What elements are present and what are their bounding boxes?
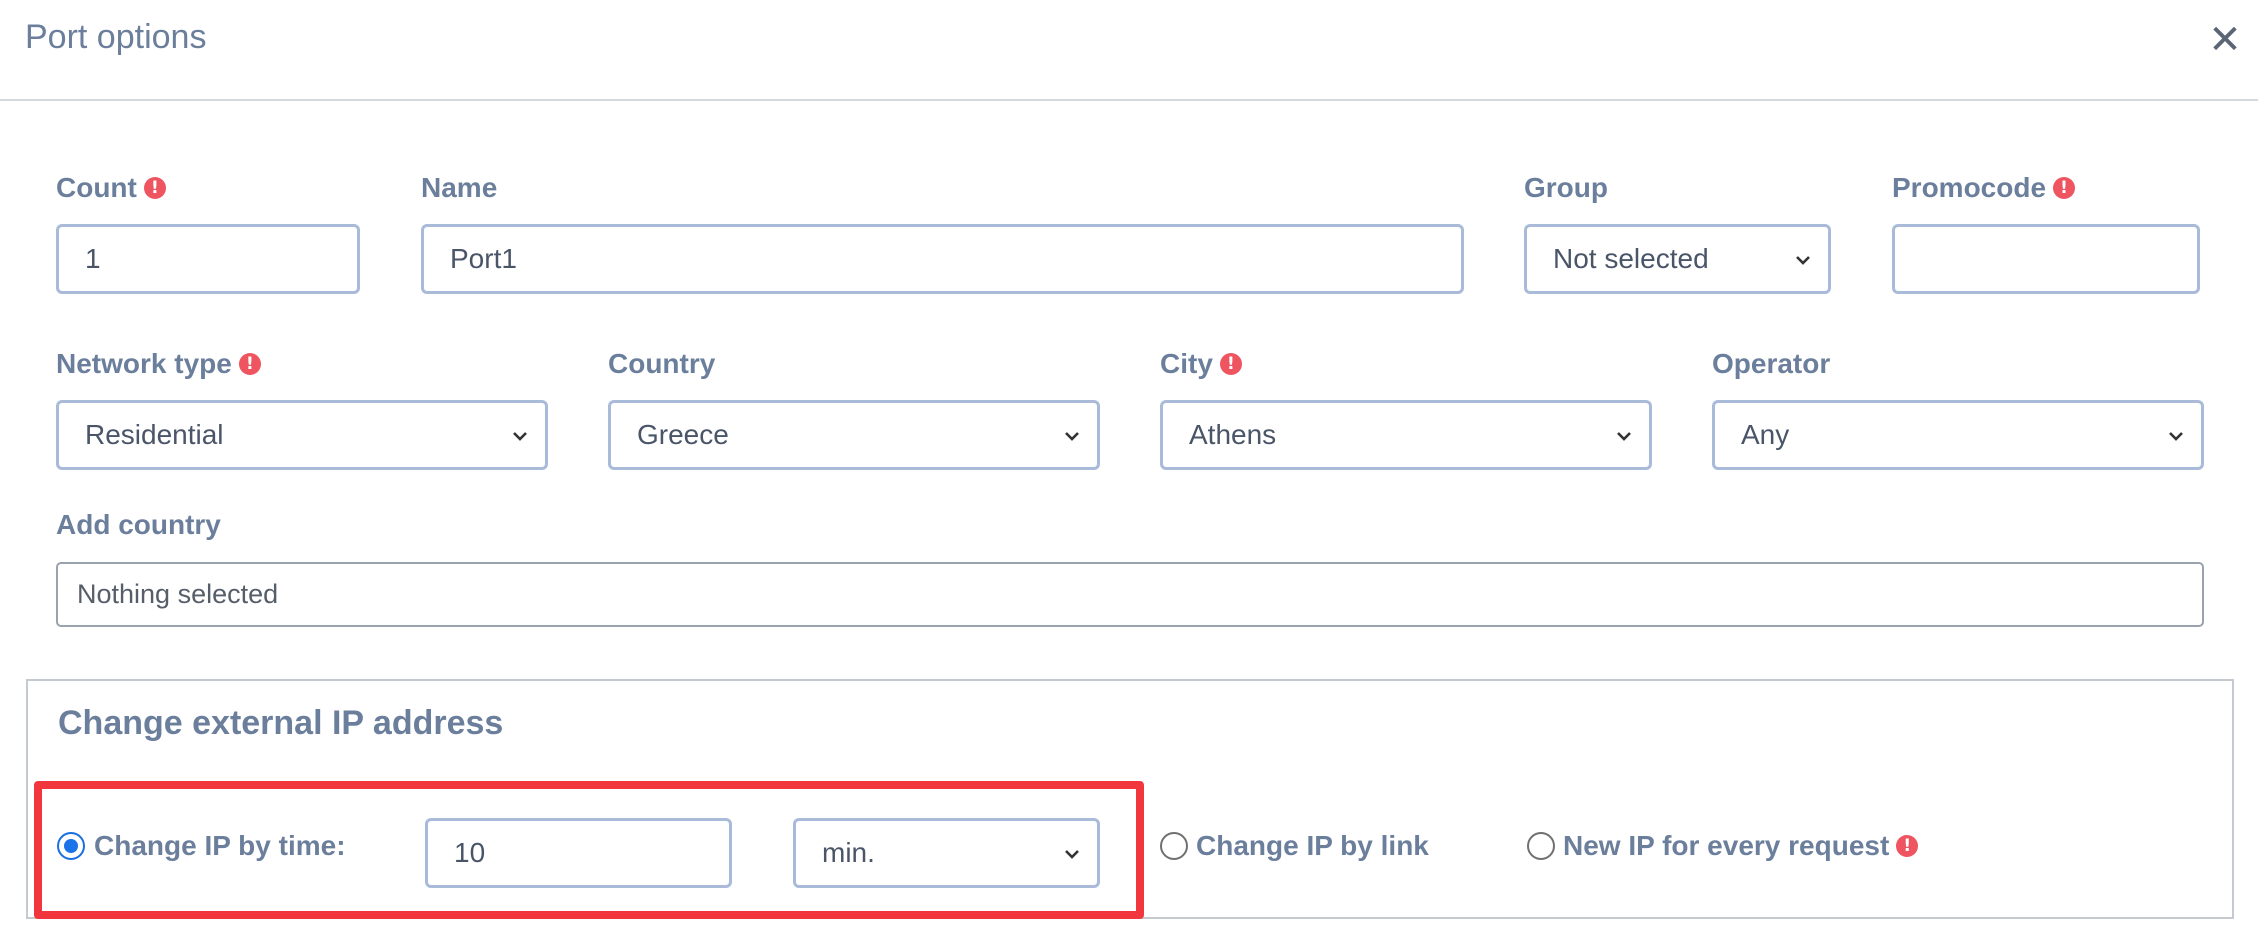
city-select[interactable]: Athens (1160, 400, 1652, 470)
chevron-down-icon (1065, 432, 1079, 441)
network-type-select[interactable]: Residential (56, 400, 548, 470)
chevron-down-icon (1617, 432, 1631, 441)
exclamation-circle-icon: ! (2053, 177, 2076, 199)
country-select[interactable]: Greece (608, 400, 1100, 470)
new-ip-every-request-radio[interactable] (1527, 832, 1555, 860)
change-ip-by-time-label[interactable]: Change IP by time: (94, 830, 346, 862)
change-ip-by-link-radio[interactable] (1160, 832, 1188, 860)
count-label: Count ! (56, 172, 166, 204)
country-label: Country (608, 348, 716, 379)
exclamation-circle-icon: ! (143, 177, 166, 199)
network-type-label: Network type ! (56, 348, 261, 380)
chevron-down-icon (2169, 432, 2183, 441)
add-country-multiselect[interactable]: Nothing selected (56, 562, 2204, 627)
ip-change-interval-input[interactable] (425, 818, 732, 888)
promocode-input[interactable] (1892, 224, 2200, 294)
chevron-down-icon (513, 432, 527, 441)
exclamation-circle-icon: ! (1896, 835, 1919, 857)
group-label: Group (1524, 172, 1608, 203)
exclamation-circle-icon: ! (238, 353, 261, 375)
promocode-label: Promocode ! (1892, 172, 2076, 204)
chevron-down-icon (1796, 256, 1810, 265)
ip-change-title: Change external IP address (58, 704, 504, 742)
close-icon[interactable]: ✕ (2205, 18, 2245, 62)
add-country-label: Add country (56, 509, 221, 540)
exclamation-circle-icon: ! (1219, 353, 1242, 375)
group-select[interactable]: Not selected (1524, 224, 1831, 294)
city-label: City ! (1160, 348, 1242, 380)
operator-select[interactable]: Any (1712, 400, 2204, 470)
new-ip-every-request-label[interactable]: New IP for every request ! (1563, 830, 1919, 862)
name-label: Name (421, 172, 498, 203)
operator-label: Operator (1712, 348, 1831, 379)
count-input[interactable] (56, 224, 360, 294)
change-ip-by-time-radio[interactable] (57, 832, 85, 860)
chevron-down-icon (1065, 850, 1079, 859)
ip-change-unit-select[interactable]: min. (793, 818, 1100, 888)
name-input[interactable] (421, 224, 1464, 294)
change-ip-by-link-label[interactable]: Change IP by link (1196, 830, 1429, 862)
modal-header: Port options ✕ (0, 0, 2258, 101)
modal-title: Port options (25, 18, 207, 56)
